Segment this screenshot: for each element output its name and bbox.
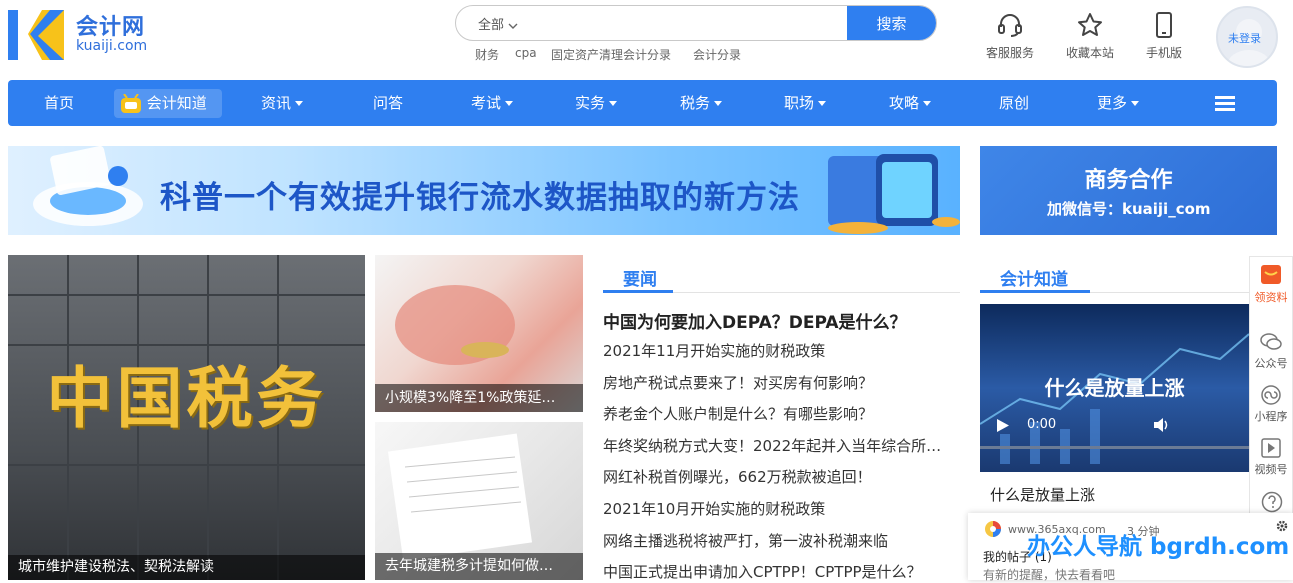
nav-item-tax[interactable]: 税务 (680, 80, 723, 126)
nav-label: 首页 (44, 94, 75, 112)
caret-down-icon (818, 101, 827, 106)
news-section-title[interactable]: 要闻 (623, 265, 657, 290)
search-input[interactable] (535, 9, 835, 35)
news-item[interactable]: 养老金个人账户制是什么？有哪些影响？ (603, 403, 960, 424)
browser-logo-icon (985, 521, 1001, 537)
news-headline[interactable]: 中国为何要加入DEPA？DEPA是什么？ (603, 308, 960, 333)
nav-item-news[interactable]: 资讯 (261, 80, 304, 126)
float-label: 视频号 (1254, 463, 1288, 476)
headset-icon (998, 14, 1022, 37)
nav-item-zhidao[interactable]: 会计知道 (120, 80, 207, 126)
nav-label: 资讯 (261, 94, 292, 112)
watermark: 办公人导航 bgrdh.com (1027, 534, 1290, 560)
nav-label: 攻略 (889, 94, 920, 112)
nav-item-original[interactable]: 原创 (999, 80, 1029, 126)
feature-caption[interactable]: 去年城建税多计提如何做… (375, 553, 583, 580)
nav-label: 税务 (680, 94, 711, 112)
news-item[interactable]: 房地产税试点要来了！对买房有何影响？ (603, 372, 960, 393)
nav-item-career[interactable]: 职场 (784, 80, 827, 126)
video-account-button[interactable]: 视频号 (1249, 438, 1293, 477)
volume-icon[interactable] (1154, 418, 1170, 432)
caret-down-icon (295, 101, 304, 106)
feature-caption[interactable]: 城市维护建设税法、契税法解读 (8, 555, 365, 580)
login-status[interactable]: 未登录 (1228, 30, 1261, 46)
wechat-icon (1260, 333, 1282, 350)
hot-search-link[interactable]: 会计分录 (693, 46, 741, 63)
caret-down-icon (923, 101, 932, 106)
news-item[interactable]: 2021年11月开始实施的财税政策 (603, 340, 960, 361)
nav-label: 实务 (575, 94, 606, 112)
phone-icon (1156, 12, 1172, 38)
chevron-down-icon (508, 23, 518, 29)
popup-subtitle: 有新的提醒，快去看看吧 (983, 568, 1116, 582)
promo-banner-title: 科普一个有效提升银行流水数据抽取的新方法 (160, 180, 800, 216)
news-item[interactable]: 网络主播逃税将被严打，第一波补税潮来临 (603, 530, 960, 551)
gift-icon (1261, 265, 1281, 284)
mini-program-icon (1261, 385, 1281, 405)
nav-item-practice[interactable]: 实务 (575, 80, 618, 126)
star-icon (1078, 13, 1102, 36)
video-title: 什么是放量上涨 (1044, 376, 1185, 400)
wechat-account-button[interactable]: 公众号 (1249, 332, 1293, 371)
caret-down-icon (714, 101, 723, 106)
play-icon[interactable] (997, 419, 1009, 432)
video-time: 0:00 (1027, 417, 1057, 432)
nav-label: 问答 (373, 94, 404, 112)
nav-label: 原创 (999, 94, 1030, 112)
news-item[interactable]: 2021年10月开始实施的财税政策 (603, 498, 960, 519)
tab-underline (980, 290, 1090, 293)
news-item[interactable]: 网红补税首例曝光，662万税款被追回！ (603, 466, 960, 487)
nav-item-qa[interactable]: 问答 (373, 80, 403, 126)
tool-label: 手机版 (1145, 46, 1182, 60)
nav-label: 会计知道 (146, 94, 207, 112)
nav-label: 更多 (1097, 94, 1128, 112)
mobile-version-button[interactable]: 手机版 (1129, 12, 1199, 61)
search-scope-select[interactable]: 全部 (478, 14, 518, 33)
hot-search-link[interactable]: 固定资产清理会计分录 (551, 46, 671, 63)
news-item[interactable]: 年终奖纳税方式大变！2022年起并入当年综合所… (603, 435, 960, 456)
float-label: 领资料 (1254, 291, 1288, 304)
mini-program-button[interactable]: 小程序 (1249, 385, 1293, 424)
float-label: 公众号 (1254, 357, 1288, 370)
bookmark-button[interactable]: 收藏本站 (1055, 12, 1125, 61)
hot-search-link[interactable]: 财务 (475, 46, 499, 63)
feature-caption[interactable]: 小规模3%降至1%政策延… (375, 384, 583, 412)
nav-item-guide[interactable]: 攻略 (889, 80, 932, 126)
caret-down-icon (1131, 101, 1140, 106)
tab-underline (603, 290, 673, 293)
help-icon[interactable] (1261, 491, 1283, 513)
customer-service-button[interactable]: 客服服务 (975, 12, 1045, 61)
news-item[interactable]: 中国正式提出申请加入CPTPP！CPTPP是什么？ (603, 561, 960, 582)
caret-down-icon (609, 101, 618, 106)
zhidao-section-title[interactable]: 会计知道 (1000, 265, 1068, 290)
tv-icon (121, 92, 141, 113)
nav-item-more[interactable]: 更多 (1097, 80, 1140, 126)
logo-domain: kuaiji.com (76, 38, 148, 54)
float-label: 小程序 (1254, 410, 1288, 423)
building-sign-text: 中国税务 (46, 359, 327, 437)
tool-label: 客服服务 (985, 46, 1034, 60)
nav-label: 考试 (471, 94, 502, 112)
logo-text[interactable]: 会计网 (76, 9, 145, 41)
hot-search-link[interactable]: cpa (515, 46, 537, 60)
search-scope-label: 全部 (478, 18, 505, 33)
banner-side-subtitle: 加微信号：kuaiji_com (1047, 200, 1211, 218)
banner-side-title: 商务合作 (1084, 168, 1173, 193)
caret-down-icon (505, 101, 514, 106)
nav-item-exam[interactable]: 考试 (471, 80, 514, 126)
logo-icon[interactable] (8, 10, 64, 60)
search-button[interactable]: 搜索 (847, 6, 936, 40)
nav-item-home[interactable]: 首页 (44, 80, 74, 126)
menu-icon[interactable] (1215, 95, 1235, 111)
video-caption[interactable]: 什么是放量上涨 (990, 484, 1095, 505)
nav-label: 职场 (784, 94, 815, 112)
tool-label: 收藏本站 (1065, 46, 1114, 60)
get-materials-button[interactable]: 领资料 (1249, 262, 1293, 305)
video-icon (1261, 438, 1281, 458)
